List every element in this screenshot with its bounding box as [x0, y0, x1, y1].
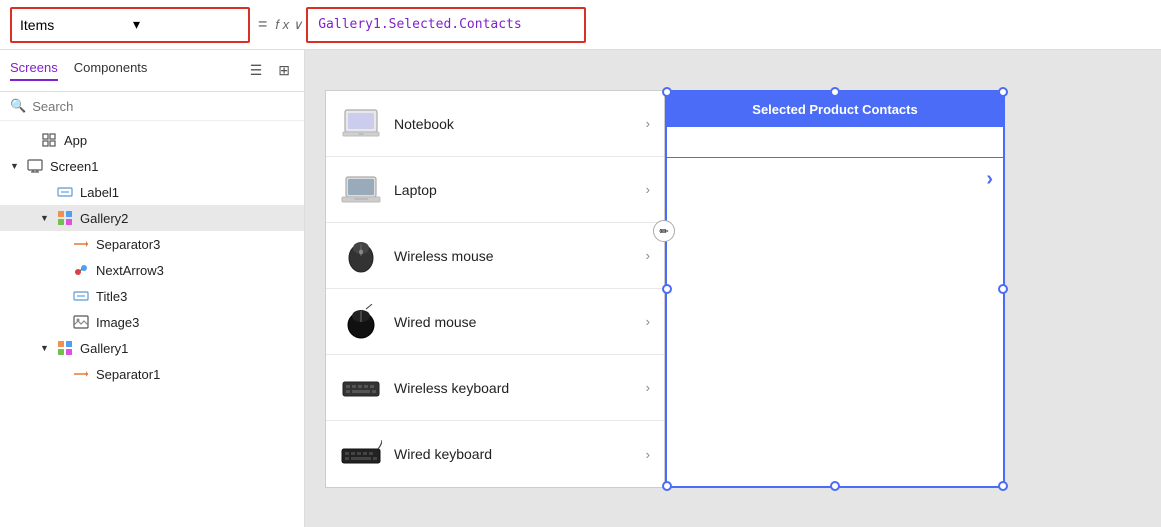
gallery-item-wmouse[interactable]: Wireless mouse › [326, 223, 664, 289]
tree-label-app: App [64, 133, 87, 148]
main-area: Screens Components ☰ ⊞ 🔍 App [0, 50, 1161, 527]
expand-icon: ▼ [10, 161, 20, 171]
formula-box[interactable]: Gallery1.Selected.Contacts [306, 7, 586, 43]
app-icon [40, 131, 58, 149]
tree-label-separator3: Separator3 [96, 237, 160, 252]
resize-handle-tr[interactable] [998, 87, 1008, 97]
gallery-list: Notebook › Laptop › [325, 90, 665, 488]
tab-screens[interactable]: Screens [10, 60, 58, 81]
tree-item-title3[interactable]: Title3 [0, 283, 304, 309]
resize-handle-mr[interactable] [998, 284, 1008, 294]
tree-item-app[interactable]: App [0, 127, 304, 153]
tree-item-label1[interactable]: Label1 [0, 179, 304, 205]
search-icon: 🔍 [10, 98, 26, 114]
mouse-arrow-icon: › [646, 314, 650, 329]
wkeyboard-label: Wireless keyboard [394, 380, 634, 396]
resize-handle-br[interactable] [998, 481, 1008, 491]
gallery-icon [56, 209, 74, 227]
tree-item-gallery1[interactable]: ▼ Gallery1 [0, 335, 304, 361]
search-box: 🔍 [0, 92, 304, 121]
mouse-image [340, 303, 382, 341]
expand-icon: ▼ [40, 343, 50, 353]
resize-handle-tc[interactable] [830, 87, 840, 97]
edit-handle[interactable]: ✏ [653, 220, 675, 242]
gallery-item-keyboard[interactable]: Wired keyboard › [326, 421, 664, 487]
tree-label-gallery1: Gallery1 [80, 341, 128, 356]
tree-label-gallery2: Gallery2 [80, 211, 128, 226]
gallery-item-mouse[interactable]: Wired mouse › [326, 289, 664, 355]
next-arrow-icon [72, 261, 90, 279]
tree-area: App ▼ Screen1 Label1 ▼ [0, 121, 304, 527]
screen-icon [26, 157, 44, 175]
mouse-label: Wired mouse [394, 314, 634, 330]
wmouse-image [340, 237, 382, 275]
wmouse-arrow-icon: › [646, 248, 650, 263]
selected-panel-header: Selected Product Contacts [667, 92, 1003, 127]
tree-label-label1: Label1 [80, 185, 119, 200]
separator1-icon [72, 365, 90, 383]
title-icon [72, 287, 90, 305]
expand-icon: ▼ [40, 213, 50, 223]
items-dropdown[interactable]: Items ▾ [10, 7, 250, 43]
tree-item-screen1[interactable]: ▼ Screen1 [0, 153, 304, 179]
resize-handle-tl[interactable] [662, 87, 672, 97]
laptop-label: Laptop [394, 182, 634, 198]
keyboard-arrow-icon: › [646, 447, 650, 462]
label-icon [56, 183, 74, 201]
tab-components[interactable]: Components [74, 60, 148, 81]
selected-panel-body: › [667, 158, 1003, 486]
gallery-container: Notebook › Laptop › [325, 90, 1005, 488]
resize-handle-ml[interactable] [662, 284, 672, 294]
grid-view-icon[interactable]: ⊞ [274, 60, 294, 81]
wkeyboard-image [340, 369, 382, 407]
search-input[interactable] [32, 99, 294, 114]
keyboard-image [340, 435, 382, 473]
sidebar-tabs: Screens Components ☰ ⊞ [0, 50, 304, 92]
laptop-image [340, 171, 382, 209]
tree-item-separator3[interactable]: Separator3 [0, 231, 304, 257]
dropdown-arrow-icon: ▾ [133, 16, 240, 33]
canvas-area: Notebook › Laptop › [305, 50, 1161, 527]
tree-label-separator1: Separator1 [96, 367, 160, 382]
tree-label-screen1: Screen1 [50, 159, 98, 174]
list-view-icon[interactable]: ☰ [246, 60, 267, 81]
tree-item-nextarrow3[interactable]: NextArrow3 [0, 257, 304, 283]
items-label: Items [20, 17, 127, 33]
resize-handle-bl[interactable] [662, 481, 672, 491]
tree-label-title3: Title3 [96, 289, 127, 304]
image-icon [72, 313, 90, 331]
selected-panel-title: Selected Product Contacts [752, 102, 917, 117]
tree-label-nextarrow3: NextArrow3 [96, 263, 164, 278]
notebook-arrow-icon: › [646, 116, 650, 131]
keyboard-label: Wired keyboard [394, 446, 634, 462]
tree-label-image3: Image3 [96, 315, 139, 330]
sidebar-icons: ☰ ⊞ [246, 60, 294, 81]
gallery-item-notebook[interactable]: Notebook › [326, 91, 664, 157]
selected-panel: ✏ Selected Product Contacts › [665, 90, 1005, 488]
notebook-image [340, 105, 382, 143]
panel-next-arrow-icon[interactable]: › [986, 168, 993, 191]
wkeyboard-arrow-icon: › [646, 380, 650, 395]
tree-item-image3[interactable]: Image3 [0, 309, 304, 335]
resize-handle-bc[interactable] [830, 481, 840, 491]
gallery-item-laptop[interactable]: Laptop › [326, 157, 664, 223]
separator-icon [72, 235, 90, 253]
notebook-label: Notebook [394, 116, 634, 132]
top-bar: Items ▾ = f x ∨ Gallery1.Selected.Contac… [0, 0, 1161, 50]
tree-item-separator1[interactable]: Separator1 [0, 361, 304, 387]
gallery-item-wkeyboard[interactable]: Wireless keyboard › [326, 355, 664, 421]
sidebar: Screens Components ☰ ⊞ 🔍 App [0, 50, 305, 527]
equals-sign: = [258, 16, 267, 34]
gallery1-icon [56, 339, 74, 357]
wmouse-label: Wireless mouse [394, 248, 634, 264]
tree-item-gallery2[interactable]: ▼ Gallery2 [0, 205, 304, 231]
fx-area: f x ∨ Gallery1.Selected.Contacts [275, 7, 1151, 43]
laptop-arrow-icon: › [646, 182, 650, 197]
formula-text: Gallery1.Selected.Contacts [318, 17, 522, 32]
fx-label: f x ∨ [275, 17, 302, 33]
